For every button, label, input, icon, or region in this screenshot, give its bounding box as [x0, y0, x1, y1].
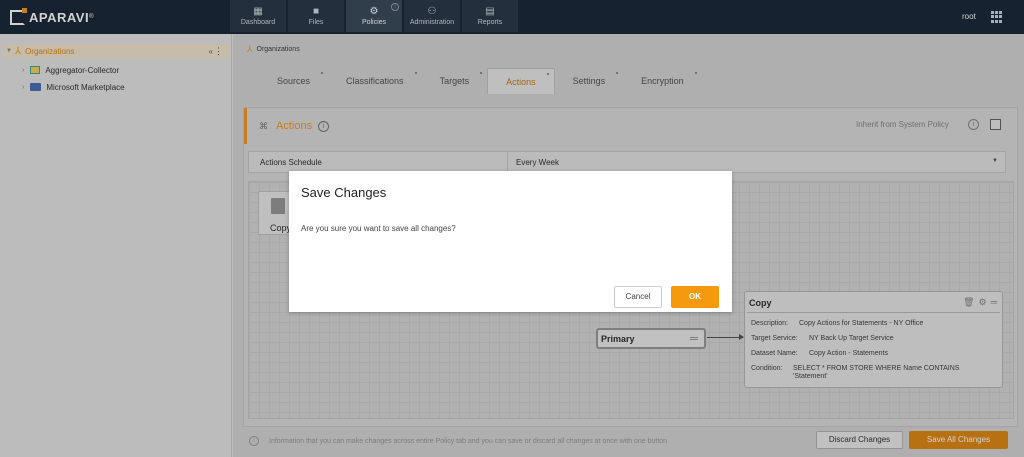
cancel-button[interactable]: Cancel: [614, 286, 662, 308]
dialog-title: Save Changes: [301, 185, 387, 200]
dialog-message: Are you sure you want to save all change…: [301, 224, 456, 233]
ok-button[interactable]: OK: [671, 286, 719, 308]
save-changes-dialog: Save Changes Are you sure you want to sa…: [289, 171, 732, 312]
